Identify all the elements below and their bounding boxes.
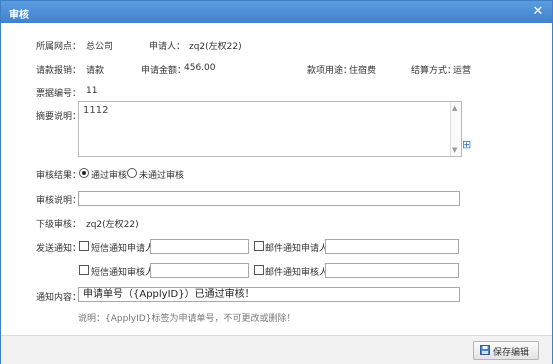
- sms-applicant-label: 短信通知申请人: [91, 244, 155, 254]
- amount-label: 申请金额：: [141, 66, 187, 76]
- remark-input[interactable]: [78, 191, 460, 206]
- sms-reviewer-input[interactable]: [150, 263, 249, 278]
- save-icon: [480, 345, 490, 355]
- summary-scrollbar[interactable]: ▲ ▼: [450, 102, 461, 156]
- remark-label: 审核说明：: [36, 196, 82, 206]
- purpose-value: 住宿费: [349, 66, 377, 76]
- radio-approve[interactable]: [79, 168, 89, 178]
- applicant-value: zq2(左权22): [189, 42, 242, 52]
- close-icon[interactable]: ✕: [531, 5, 545, 19]
- result-label: 审核结果：: [36, 171, 82, 181]
- next-reviewer-label: 下级审核：: [36, 220, 82, 230]
- scroll-up-icon[interactable]: ▲: [452, 104, 457, 112]
- notify-content-input[interactable]: 申请单号（{ApplyID}）已通过审核！: [78, 287, 460, 302]
- notify-content-label: 通知内容：: [36, 293, 82, 303]
- amount-value: 456.00: [184, 63, 216, 73]
- plus-icon[interactable]: ⊞: [462, 139, 471, 150]
- save-button[interactable]: 保存编辑: [473, 341, 539, 360]
- radio-approve-label: 通过审核: [91, 171, 128, 181]
- radio-reject[interactable]: [127, 168, 137, 178]
- email-reviewer-input[interactable]: [325, 263, 459, 278]
- branch-value: 总公司: [86, 42, 114, 52]
- review-dialog: 审核 ✕ 所属网点： 总公司 申请人： zq2(左权22) 请款报销： 请款 申…: [0, 0, 553, 364]
- notify-content-note: 说明：{ApplyID}标签为申请单号，不可更改或删除！: [78, 314, 296, 324]
- checkbox-sms-reviewer[interactable]: [79, 265, 89, 275]
- email-reviewer-label: 邮件通知审核人: [265, 268, 329, 278]
- type-label: 请款报销：: [36, 66, 82, 76]
- sms-reviewer-label: 短信通知审核人: [91, 268, 155, 278]
- sms-applicant-input[interactable]: [150, 239, 249, 254]
- email-applicant-input[interactable]: [325, 239, 459, 254]
- notify-label: 发送通知：: [36, 244, 82, 254]
- save-button-label: 保存编辑: [493, 348, 530, 358]
- checkbox-sms-applicant[interactable]: [79, 241, 89, 251]
- email-applicant-label: 邮件通知申请人: [265, 244, 329, 254]
- dialog-content: 所属网点： 总公司 申请人： zq2(左权22) 请款报销： 请款 申请金额： …: [1, 23, 552, 335]
- radio-reject-label: 未通过审核: [139, 171, 185, 181]
- settle-value: 运营: [453, 66, 472, 76]
- summary-text: 1112: [83, 105, 109, 116]
- voucher-label: 票据编号：: [36, 89, 82, 99]
- checkbox-email-applicant[interactable]: [254, 241, 264, 251]
- next-reviewer-value: zq2(左权22): [86, 220, 139, 230]
- dialog-titlebar: 审核 ✕: [1, 1, 552, 23]
- purpose-label: 款项用途：: [307, 66, 353, 76]
- applicant-label: 申请人：: [149, 42, 186, 52]
- checkbox-email-reviewer[interactable]: [254, 265, 264, 275]
- summary-textarea[interactable]: 1112 ▲ ▼: [78, 101, 462, 157]
- voucher-value: 11: [86, 86, 98, 96]
- summary-label: 摘要说明：: [36, 112, 82, 122]
- dialog-title: 审核: [9, 10, 29, 21]
- dialog-footer: 保存编辑: [1, 335, 552, 364]
- type-value: 请款: [86, 66, 105, 76]
- settle-label: 结算方式：: [411, 66, 457, 76]
- branch-label: 所属网点：: [36, 42, 82, 52]
- scroll-down-icon[interactable]: ▼: [452, 146, 457, 154]
